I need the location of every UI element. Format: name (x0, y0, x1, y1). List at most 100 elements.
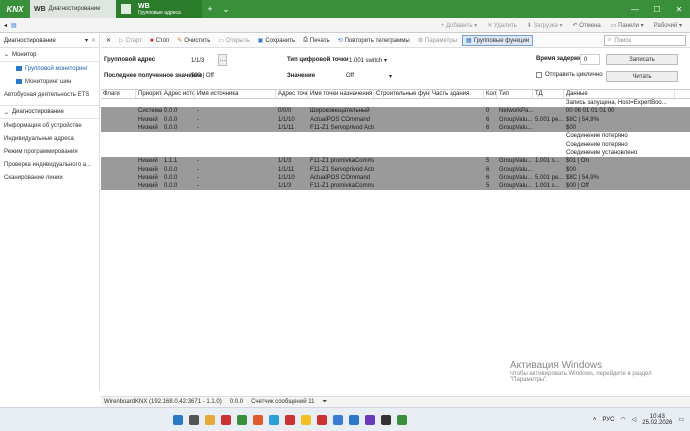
app-icon[interactable] (349, 414, 359, 425)
column-header[interactable]: Часть здания (430, 90, 484, 98)
column-header[interactable]: Данные (564, 90, 675, 98)
table-row[interactable]: Запись запущена, Host=ExpertBoo... (101, 99, 690, 107)
sidebar-item-device-info[interactable]: Информация об устройстве (0, 119, 99, 132)
column-header[interactable]: Флаги (101, 90, 136, 98)
volume-icon[interactable]: ◁ (632, 416, 637, 423)
table-row[interactable]: Низкий 0.0.0 - 1/1/11 F11-Z1 Servoprivod Act… (101, 123, 690, 133)
write-button[interactable]: Записать (606, 54, 678, 65)
column-header[interactable]: Колі (484, 90, 497, 98)
delay-input[interactable]: 0 (580, 54, 600, 65)
search-placeholder: Поиск (614, 37, 632, 44)
read-button[interactable]: Читать (606, 71, 678, 82)
table-row[interactable]: Низкий 0.0.0 - 1/1/10 ActualPOS COmmand 6 Grou… (101, 115, 690, 124)
dropdown-icon[interactable]: ⌄ (218, 0, 234, 18)
panels-button[interactable]: ▭ Панели ▾ (611, 22, 644, 29)
print-button[interactable]: ⎙ Печать (300, 35, 332, 46)
close-icon[interactable]: ✕ (668, 0, 690, 18)
sidebar-section-diagnostics[interactable]: ⌄ Диагностирование (0, 105, 99, 119)
browser-icon[interactable] (269, 414, 279, 425)
app-icon[interactable] (381, 414, 391, 425)
language-indicator[interactable]: РУС (602, 417, 614, 423)
column-header[interactable]: Адрес точк (276, 90, 308, 98)
app-icon[interactable] (221, 414, 231, 425)
stop-button[interactable]: ■ Стоп (147, 35, 172, 46)
app-icon[interactable] (285, 414, 295, 425)
value-select[interactable]: Off ▾ (346, 73, 392, 80)
tab-group-addresses[interactable]: WB Групповые адреса (116, 0, 202, 18)
table-cell: 1.001 s... (535, 158, 560, 165)
add-tab-button[interactable]: + (202, 0, 218, 18)
cyclic-checkbox[interactable]: Отправить циклично (536, 72, 603, 78)
params-button[interactable]: ⚙ Параметры (415, 35, 460, 46)
column-header[interactable]: Адрес исто (162, 90, 195, 98)
tab-diagnostics[interactable]: WB Диагностирование (30, 0, 116, 18)
dpt-select[interactable]: 1.001 switch ▾ (349, 57, 387, 64)
table-cell: Широковещательный (310, 108, 370, 115)
notification-icon[interactable]: ▭ (678, 416, 684, 423)
sidebar-item-group-monitor[interactable]: Групповой мониторинг (0, 62, 99, 75)
sidebar-item-line-scan[interactable]: Сканирование линии (0, 171, 99, 184)
search-icon[interactable] (189, 414, 199, 425)
table-cell: F11-Z1 promivkaCommand (310, 158, 374, 165)
table-row[interactable]: Соединение потеряно (101, 140, 690, 148)
open-button[interactable]: ▭ Открыть (215, 35, 252, 46)
open-label: Открыть (226, 37, 250, 44)
group-functions-button[interactable]: ▦ Групповые функции (462, 35, 534, 46)
delete-button[interactable]: ✕ Удалить (487, 22, 517, 29)
table-row[interactable]: Низкий 0.0.0 - 1/1/11 F11-Z1 Servoprivod Act… (101, 165, 690, 174)
app-icon[interactable] (253, 414, 263, 425)
download-button[interactable]: ⬇ Загрузка ▾ (527, 22, 563, 29)
undo-button[interactable]: ↶ Отмена (572, 22, 600, 29)
start-icon[interactable] (173, 414, 183, 425)
browse-button[interactable]: … (218, 54, 227, 66)
table-row[interactable]: Соединение установлено (101, 149, 690, 157)
knx-app-icon[interactable] (397, 414, 407, 425)
table-row[interactable]: Низкий 0.0.0 - 1/1/3 F11-Z1 promivkaCommand 5… (101, 181, 690, 191)
sidebar-item-check-address[interactable]: Проверка индивидуального а... (0, 158, 99, 171)
wifi-icon[interactable]: ◠ (620, 416, 625, 423)
close-icon[interactable]: ✕ (91, 37, 96, 44)
column-header[interactable]: Тип (497, 90, 533, 98)
maximize-icon[interactable]: ☐ (646, 0, 668, 18)
clear-button[interactable]: ✎ Очистить (174, 35, 213, 46)
app-icon[interactable] (301, 414, 311, 425)
explorer-icon[interactable] (205, 414, 215, 425)
sidebar-section-monitor[interactable]: ⌄ Монитор (0, 48, 99, 62)
toggle-sidebar-button[interactable]: ✕ (103, 35, 114, 46)
column-header[interactable]: ТД (533, 90, 564, 98)
start-button[interactable]: ▷ Старт (116, 35, 145, 46)
workspace-button[interactable]: Рабочий ▾ (654, 22, 682, 29)
clock[interactable]: 10:43 25.02.2026 (642, 414, 672, 426)
table-cell (276, 149, 308, 157)
table-row[interactable]: Низкий 0.0.0 - 1/1/10 ActualPOS COmmand 6 Grou… (101, 173, 690, 182)
table-cell: F11-Z1 Servoprivod ActualPos (310, 166, 374, 173)
table-row[interactable]: Низкий 1.1.1 - 1/1/3 F11-Z1 promivkaCommand 5… (101, 157, 690, 166)
sidebar-item-programming-mode[interactable]: Режим программирования (0, 145, 99, 158)
column-header[interactable]: Приорите (136, 90, 162, 98)
filter-icon[interactable]: ⏷ (322, 399, 327, 406)
table-row[interactable]: Система 0.0.0 - 0/0/0 Широковещательный 0 Netw… (101, 107, 690, 116)
sidebar-item-bus-monitor[interactable]: Мониторинг шин (0, 75, 99, 88)
sidebar-item-individual-addresses[interactable]: Индивидуальные адреса (0, 132, 99, 145)
app-icon[interactable] (317, 414, 327, 425)
save-button[interactable]: ▣ Сохранить (255, 35, 299, 46)
sidebar-header[interactable]: Диагностирование ▾ ✕ (0, 34, 100, 48)
search-input[interactable]: ⌕ Поиск (604, 35, 686, 46)
checkbox-box[interactable] (536, 72, 542, 78)
chevron-down-icon[interactable]: ▾ (85, 37, 88, 44)
repeat-button[interactable]: ⟲ Повторить телеграммы (335, 35, 413, 46)
column-header[interactable]: Строительные функ (374, 90, 430, 98)
app-icon[interactable] (365, 414, 375, 425)
column-header[interactable]: Имя точки назначения (308, 90, 374, 98)
group-addr-input[interactable]: 1/1/3 (188, 55, 216, 66)
back-icon[interactable]: ◂ (4, 22, 7, 29)
table-row[interactable]: Соединение потеряно (101, 132, 690, 140)
app-icon[interactable] (237, 414, 247, 425)
chevron-up-icon[interactable]: ˄ (593, 417, 597, 423)
column-header[interactable]: Имя источника (195, 90, 276, 98)
sidebar-item-ets-activity[interactable]: Автобусная деятельность ETS (0, 88, 99, 101)
add-button[interactable]: + Добавить ▾ (441, 22, 477, 29)
knx-logo: KNX (6, 4, 24, 14)
minimize-icon[interactable]: — (624, 0, 646, 18)
app-icon[interactable] (333, 414, 343, 425)
